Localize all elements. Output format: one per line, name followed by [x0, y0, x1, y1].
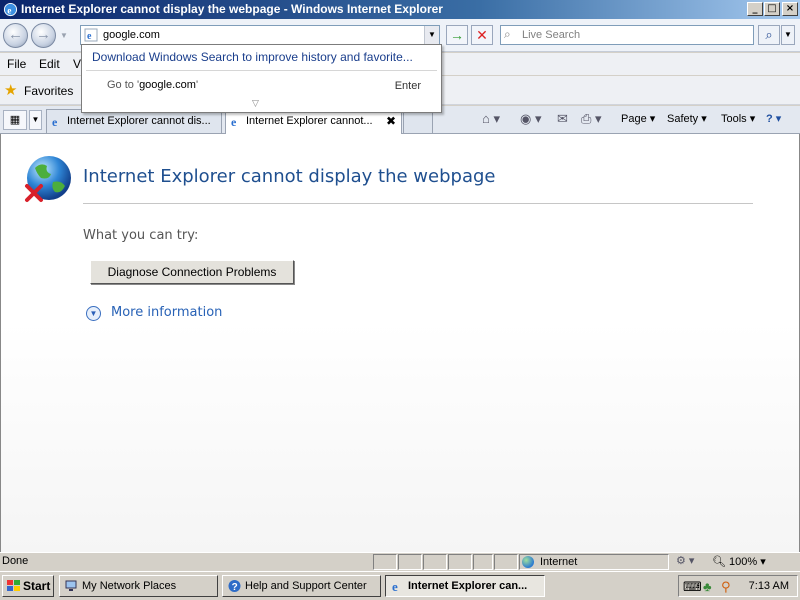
- go-to-suggestion[interactable]: Go to 'google.com': [107, 79, 198, 91]
- enter-hint: Enter: [394, 80, 421, 92]
- security-zone[interactable]: Internet: [519, 554, 669, 570]
- taskbar: Start My Network Places ? Help and Suppo…: [0, 571, 800, 600]
- internet-zone-icon: [522, 556, 534, 568]
- favorites-star-icon[interactable]: ★: [4, 81, 17, 99]
- tools-menu[interactable]: Tools ▾: [721, 112, 755, 125]
- task-label: My Network Places: [82, 580, 177, 592]
- status-cell: [448, 554, 472, 570]
- back-button[interactable]: ←: [3, 23, 28, 48]
- help-menu[interactable]: ? ▾: [766, 112, 781, 125]
- ie-page-icon: e: [52, 115, 58, 128]
- task-label: Internet Explorer can...: [408, 580, 528, 592]
- status-cell: [423, 554, 447, 570]
- menu-edit[interactable]: Edit: [39, 57, 60, 71]
- menu-file[interactable]: File: [7, 57, 26, 71]
- ie-logo-icon: e: [392, 579, 398, 593]
- address-input[interactable]: google.com: [103, 29, 160, 41]
- ie-page-icon: e: [84, 28, 98, 42]
- address-autocomplete-dropdown: Download Windows Search to improve histo…: [81, 44, 442, 113]
- feeds-icon[interactable]: ◉ ▾: [520, 111, 541, 127]
- minimize-button[interactable]: _: [747, 2, 763, 16]
- go-to-prefix: Go to ': [107, 79, 140, 91]
- print-icon[interactable]: ⎙ ▾: [581, 111, 602, 127]
- page-title: Internet Explorer cannot display the web…: [83, 166, 496, 187]
- close-tab-icon[interactable]: ✖: [386, 114, 396, 128]
- zoom-value: 100%: [729, 556, 758, 568]
- search-options-dropdown-icon[interactable]: ▼: [781, 25, 795, 45]
- title-bar: e Internet Explorer cannot display the w…: [0, 0, 800, 19]
- svg-text:e: e: [392, 579, 398, 593]
- svg-text:e: e: [7, 6, 11, 16]
- protected-mode-icon[interactable]: ⚙ ▾: [676, 554, 694, 567]
- diagnose-connection-button[interactable]: Diagnose Connection Problems: [90, 260, 294, 284]
- more-information-link[interactable]: More information: [111, 305, 222, 320]
- zoom-level[interactable]: 🔍︎ 100% ▾: [712, 555, 766, 568]
- go-button[interactable]: →: [446, 25, 468, 45]
- title-divider: [83, 203, 753, 204]
- ie-logo-icon: e: [3, 2, 18, 16]
- search-box[interactable]: ⌕ Live Search: [500, 25, 754, 45]
- dropdown-divider: [86, 70, 437, 71]
- stop-button[interactable]: ✕: [471, 25, 493, 45]
- maximize-button[interactable]: □: [764, 2, 780, 16]
- taskbar-item-help-support[interactable]: ? Help and Support Center: [222, 575, 381, 597]
- close-button[interactable]: ×: [782, 2, 798, 16]
- status-cell: [373, 554, 397, 570]
- keyboard-icon[interactable]: ⌨: [683, 579, 702, 595]
- ie-page-icon: e: [231, 115, 237, 128]
- search-input[interactable]: Live Search: [522, 29, 580, 41]
- menu-view[interactable]: V: [73, 57, 81, 71]
- tab-list-dropdown-icon[interactable]: ▼: [29, 110, 42, 130]
- page-content: Internet Explorer cannot display the web…: [0, 134, 800, 552]
- taskbar-item-internet-explorer[interactable]: e Internet Explorer can...: [385, 575, 545, 597]
- download-windows-search-link[interactable]: Download Windows Search to improve histo…: [92, 50, 413, 64]
- system-tray: ⌨ ♣ ⚲ 7:13 AM: [678, 575, 798, 597]
- recent-pages-dropdown-icon[interactable]: ▼: [60, 31, 68, 40]
- home-icon[interactable]: ⌂ ▾: [482, 111, 500, 127]
- svg-text:?: ?: [232, 582, 238, 593]
- windows-flag-icon: [7, 580, 20, 591]
- svg-text:e: e: [87, 31, 92, 42]
- window-title: Internet Explorer cannot display the web…: [21, 2, 443, 16]
- task-label: Help and Support Center: [245, 580, 367, 592]
- safety-menu[interactable]: Safety ▾: [667, 112, 707, 125]
- status-cell: [473, 554, 493, 570]
- address-bar[interactable]: e google.com ▼: [80, 25, 440, 45]
- status-cell: [398, 554, 422, 570]
- expand-dropdown-icon[interactable]: ▽: [252, 98, 259, 109]
- help-icon: ?: [228, 580, 241, 593]
- tab-label: Internet Explorer cannot dis...: [67, 115, 211, 127]
- tab-label: Internet Explorer cannot...: [246, 115, 373, 127]
- forward-button[interactable]: →: [31, 23, 56, 48]
- taskbar-item-network-places[interactable]: My Network Places: [59, 575, 218, 597]
- network-places-icon: [65, 580, 77, 591]
- status-bar: Done Internet ⚙ ▾ 🔍︎ 100% ▾: [0, 552, 800, 570]
- address-dropdown-icon[interactable]: ▼: [424, 26, 439, 44]
- globe-error-icon: [25, 156, 71, 202]
- status-cell: [494, 554, 518, 570]
- start-label: Start: [23, 579, 51, 593]
- svg-text:e: e: [231, 115, 237, 128]
- page-menu[interactable]: Page ▾: [621, 112, 655, 125]
- search-button[interactable]: ⌕: [758, 25, 780, 45]
- favorites-button[interactable]: Favorites: [24, 84, 73, 98]
- quick-tabs-button[interactable]: ▦: [3, 110, 27, 130]
- svg-text:e: e: [52, 115, 58, 128]
- start-button[interactable]: Start: [2, 575, 54, 597]
- what-you-can-try-label: What you can try:: [83, 228, 199, 243]
- expand-chevron-icon[interactable]: ▼: [86, 306, 101, 321]
- search-tray-icon[interactable]: ⚲: [721, 579, 731, 595]
- clock: 7:13 AM: [748, 580, 789, 592]
- go-to-suffix: ': [195, 79, 199, 91]
- mail-icon[interactable]: ✉: [557, 111, 568, 127]
- network-icon[interactable]: ♣: [703, 579, 712, 594]
- search-provider-icon: ⌕: [504, 27, 511, 41]
- zone-label: Internet: [540, 556, 578, 568]
- go-to-value: google.com: [139, 79, 196, 91]
- status-text: Done: [2, 555, 29, 567]
